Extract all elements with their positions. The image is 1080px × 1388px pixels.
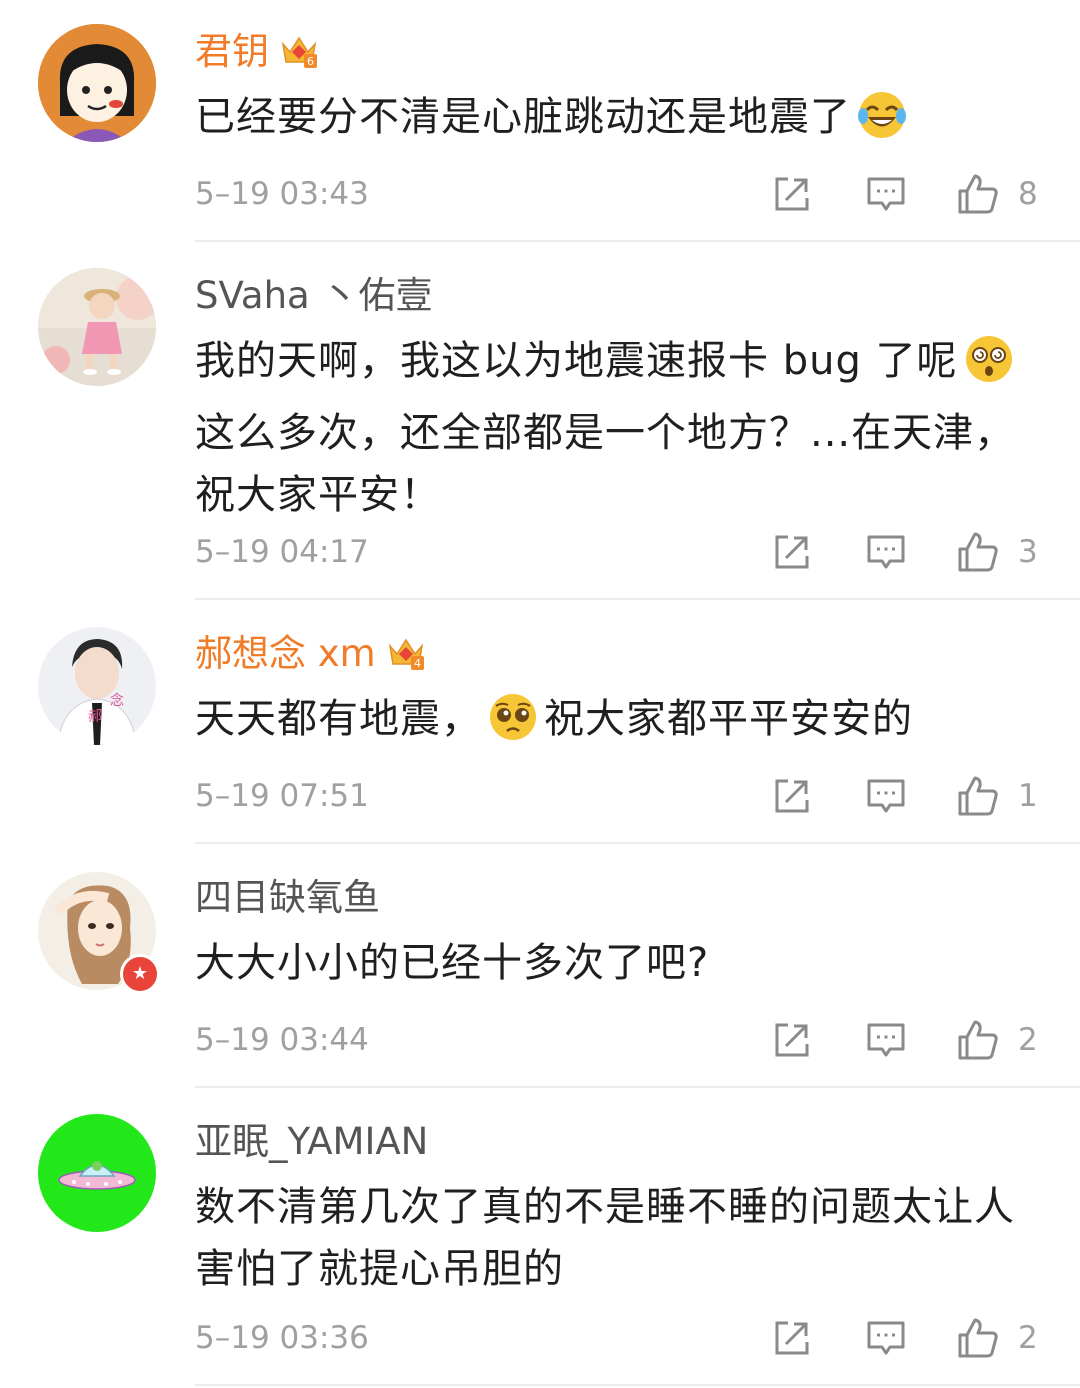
pleading-face-emoji [488,692,538,760]
comment-text-part: 天天都有地震， [195,696,482,742]
comment-actions: 8 [772,172,1040,216]
comment-text-part: 我的天啊，我这以为地震速报卡 bug 了呢 [195,338,958,384]
comment-item: 君钥 6 已经要分不清是心脏跳动还是地震了 5–19 03:43 8 [0,0,1080,242]
comment-item: 郝 念 郝想念 xm 4 天天都有地震， 祝大家都平平安安的 5–19 07:51 … [0,600,1080,844]
like-icon [958,174,998,214]
reply-button[interactable] [866,776,906,816]
like-button[interactable]: 8 [956,172,1040,216]
comment-text: 大大小小的已经十多次了吧? [195,940,710,986]
share-icon [775,1023,809,1057]
svg-text:念: 念 [110,692,124,709]
like-count: 2 [1018,1022,1038,1058]
crown-icon: 4 [386,632,426,682]
share-icon [775,535,809,569]
username[interactable]: 亚眠_YAMIAN [195,1120,428,1164]
username-text: 郝想念 xm [195,632,376,675]
dizzy-face-emoji [964,334,1014,402]
comment-text: 数不清第几次了真的不是睡不睡的问题太让人害怕了就提心吊胆的 [195,1184,1015,1292]
comment-text-part: 这么多次，还全部都是一个地方？...在天津，祝大家平安！ [195,410,1016,518]
avatar[interactable]: 郝 念 [38,627,156,745]
comment-text-part: 已经要分不清是心脏跳动还是地震了 [195,94,851,140]
username[interactable]: 四目缺氧鱼 [195,876,380,920]
avatar[interactable] [38,1114,156,1232]
crown-icon: 6 [279,30,319,80]
like-icon [958,776,998,816]
timestamp: 5–19 04:17 [195,534,369,570]
comment-text-part: 祝大家都平平安安的 [544,696,913,742]
svg-text:4: 4 [414,657,421,670]
comment-item: SVaha 丶佑壹 我的天啊，我这以为地震速报卡 bug 了呢这么多次，还全部都… [0,242,1080,600]
share-button[interactable] [772,532,812,572]
divider [195,1384,1080,1386]
comment-actions: 1 [772,774,1040,818]
username[interactable]: SVaha 丶佑壹 [195,274,432,318]
share-icon [775,177,809,211]
like-icon [958,1020,998,1060]
avatar[interactable] [38,24,156,142]
reply-button[interactable] [866,1020,906,1060]
reply-button[interactable] [866,174,906,214]
reply-button[interactable] [866,1318,906,1358]
comment-text: 我的天啊，我这以为地震速报卡 bug 了呢这么多次，还全部都是一个地方？...在… [195,330,1055,526]
avatar[interactable] [38,268,156,386]
like-icon [958,1318,998,1358]
comment-text: 天天都有地震， 祝大家都平平安安的 [195,688,1055,760]
avatar-image [38,24,156,142]
reply-icon [867,177,905,211]
username[interactable]: 君钥 6 [195,30,319,80]
like-button[interactable]: 2 [956,1316,1040,1360]
like-button[interactable]: 3 [956,530,1040,574]
share-button[interactable] [772,776,812,816]
comment-item: ★ 四目缺氧鱼 大大小小的已经十多次了吧? 5–19 03:44 2 [0,844,1080,1088]
timestamp: 5–19 03:36 [195,1320,369,1356]
reply-icon [867,779,905,813]
svg-text:郝: 郝 [88,709,102,725]
avatar-image [38,268,156,386]
timestamp: 5–19 07:51 [195,778,369,814]
comment-actions: 3 [772,530,1040,574]
share-button[interactable] [772,1020,812,1060]
like-button[interactable]: 2 [956,1018,1040,1062]
reply-icon [867,1321,905,1355]
share-button[interactable] [772,174,812,214]
like-count: 1 [1018,778,1038,814]
avatar-image: 郝 念 [38,627,156,745]
avatar-image [38,1114,156,1232]
reply-button[interactable] [866,532,906,572]
comment-actions: 2 [772,1316,1040,1360]
svg-text:6: 6 [307,55,314,68]
like-icon [958,532,998,572]
share-icon [775,779,809,813]
comment-text: 已经要分不清是心脏跳动还是地震了 [195,86,1055,158]
verified-badge: ★ [120,954,160,994]
reply-icon [867,535,905,569]
like-count: 3 [1018,534,1038,570]
timestamp: 5–19 03:44 [195,1022,369,1058]
like-count: 2 [1018,1320,1038,1356]
share-button[interactable] [772,1318,812,1358]
username-text: 君钥 [195,30,269,73]
comment-item: 亚眠_YAMIAN 数不清第几次了真的不是睡不睡的问题太让人害怕了就提心吊胆的 … [0,1088,1080,1388]
comment-actions: 2 [772,1018,1040,1062]
reply-icon [867,1023,905,1057]
like-count: 8 [1018,176,1038,212]
timestamp: 5–19 03:43 [195,176,369,212]
share-icon [775,1321,809,1355]
like-button[interactable]: 1 [956,774,1040,818]
username[interactable]: 郝想念 xm 4 [195,632,426,682]
laugh-cry-emoji [857,90,907,158]
